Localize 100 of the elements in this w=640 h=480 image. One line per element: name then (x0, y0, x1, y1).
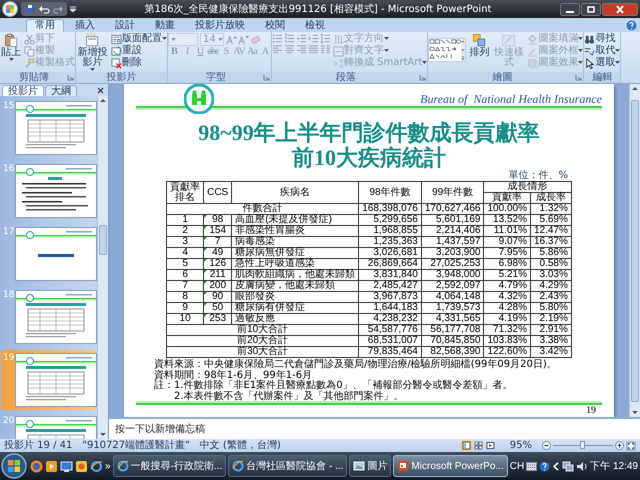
close-icon[interactable] (602, 2, 638, 16)
table-cell: 13.52% (484, 214, 530, 226)
network-icon[interactable] (562, 460, 574, 472)
scroll-thumb[interactable] (99, 225, 107, 255)
scroll-thumb[interactable] (631, 100, 639, 402)
new-slide-button[interactable]: 新增投影片 (76, 33, 109, 72)
table-cell: 前20大合計 (166, 336, 359, 346)
table-cell: 3.38% (530, 336, 572, 346)
table-cell: 170,627,466 (421, 204, 484, 214)
taskbar-button[interactable]: Microsoft PowerPo... (393, 455, 508, 477)
table-cell: 9.07% (484, 236, 530, 248)
taskbar-button[interactable]: 圖片 (349, 455, 392, 477)
close-icon[interactable] (97, 86, 104, 94)
scrollbar[interactable] (97, 96, 108, 439)
table-cell: 1,235,363 (358, 236, 422, 248)
browser-icon[interactable] (90, 460, 103, 472)
cursor-icon (584, 58, 596, 68)
customize-icon[interactable] (70, 6, 76, 12)
fit-window-icon[interactable] (626, 440, 636, 450)
restore-icon[interactable] (581, 2, 601, 16)
save-icon[interactable] (25, 4, 35, 14)
slide-thumbnail[interactable] (15, 290, 97, 344)
dialog-launcher-icon[interactable] (419, 74, 426, 81)
table-cell: 7.95% (484, 248, 530, 258)
normal-view-icon (462, 441, 471, 450)
theme-name: "910727端體護醫計畫" (82, 439, 190, 452)
chevron-icon[interactable] (552, 462, 560, 470)
layout-icon (111, 34, 122, 44)
overflow-button[interactable]: » (105, 460, 111, 472)
zoom-out-icon[interactable] (542, 441, 551, 450)
help-icon[interactable] (539, 460, 550, 472)
zoom-in-icon[interactable] (615, 441, 624, 450)
group-label: 編輯 (591, 72, 614, 83)
dialog-launcher-icon[interactable] (263, 74, 270, 81)
column-header: 成長情形 (484, 182, 572, 192)
taskbar-button[interactable]: 台灣社區醫院協會 - ... (228, 455, 348, 477)
column-header: 貢獻率 (484, 192, 530, 204)
ribbon-tab[interactable]: 設計 (106, 19, 144, 32)
slide-counter: 投影片 19 / 41 (4, 439, 72, 452)
undo-icon[interactable] (38, 4, 50, 14)
panel-tab[interactable]: 大綱 (45, 85, 77, 96)
ribbon-tab[interactable]: 插入 (66, 19, 104, 32)
slide-thumbnail[interactable] (15, 101, 97, 155)
caret-icon (578, 61, 584, 65)
align-text-icon (333, 46, 344, 56)
panel-tab[interactable]: 投影片 (2, 85, 44, 96)
slide-thumbnail[interactable] (15, 353, 97, 407)
column-header: 疾病名 (232, 182, 359, 204)
slide-sorter-button[interactable] (473, 440, 484, 451)
office-button[interactable] (2, 1, 18, 17)
caret-icon (615, 61, 620, 65)
dialog-launcher-icon[interactable] (67, 74, 74, 81)
minimize-icon[interactable] (560, 2, 580, 16)
slideshow-button[interactable] (485, 440, 496, 451)
table-cell: 200 (204, 280, 232, 292)
find-button[interactable]: 尋找 (584, 33, 616, 45)
table-cell: 3 (166, 236, 204, 248)
arrange-button[interactable]: 排列 (468, 33, 490, 58)
taskbar-button[interactable]: 一般搜尋-行政院衛... (112, 455, 226, 477)
picture-folder-icon (353, 460, 366, 472)
media-player-icon[interactable] (45, 460, 58, 472)
ribbon-tab[interactable]: 動畫 (146, 19, 184, 32)
app-icon[interactable] (75, 460, 88, 472)
keyboard-icon[interactable] (526, 462, 538, 470)
table-cell: 5.69% (530, 214, 572, 226)
redo-icon[interactable] (53, 4, 63, 14)
caret-icon (578, 37, 584, 41)
ribbon-tab[interactable]: 常用 (26, 19, 64, 32)
normal-view-button[interactable] (461, 440, 472, 451)
replace-icon (584, 46, 596, 56)
ribbon-tab[interactable]: 投影片放映 (186, 19, 254, 32)
slide-thumbnail[interactable] (15, 164, 97, 218)
clock[interactable]: 下午 12:49 (590, 459, 638, 473)
table-cell: 7 (166, 280, 204, 292)
table-cell: 糖尿病無併發症 (232, 248, 359, 258)
slide-thumbnail[interactable] (15, 227, 97, 281)
layout-button[interactable]: 版面配置 (111, 33, 167, 45)
reset-button[interactable]: 重設 (111, 45, 142, 57)
table-cell: 4,064,148 (421, 292, 484, 302)
dialog-launcher-icon[interactable] (575, 74, 582, 81)
input-language[interactable]: CH (510, 460, 524, 472)
select-button[interactable]: 選取 (584, 57, 620, 69)
table-cell: 50 (204, 302, 232, 314)
paste-button[interactable]: 貼上 (0, 33, 22, 62)
table-cell: 2.19% (530, 314, 572, 324)
desktop-icon[interactable] (60, 460, 73, 472)
ribbon-tab[interactable]: 檢視 (296, 19, 334, 32)
delete-button[interactable]: 刪除 (111, 57, 142, 69)
group-label: 繪圖 (491, 72, 514, 83)
replace-button[interactable]: 取代 (584, 45, 620, 57)
table-cell: 103.83% (484, 336, 530, 346)
start-button[interactable] (0, 452, 28, 480)
binoculars-icon (584, 34, 596, 44)
volume-icon[interactable] (576, 460, 588, 472)
scrollbar[interactable] (629, 84, 640, 417)
page-number: 19 (586, 405, 597, 416)
globe-icon[interactable] (30, 460, 43, 472)
ribbon-tab[interactable]: 校閱 (256, 19, 294, 32)
table-cell: 4.19% (484, 314, 530, 324)
slider-thumb[interactable] (580, 441, 585, 449)
